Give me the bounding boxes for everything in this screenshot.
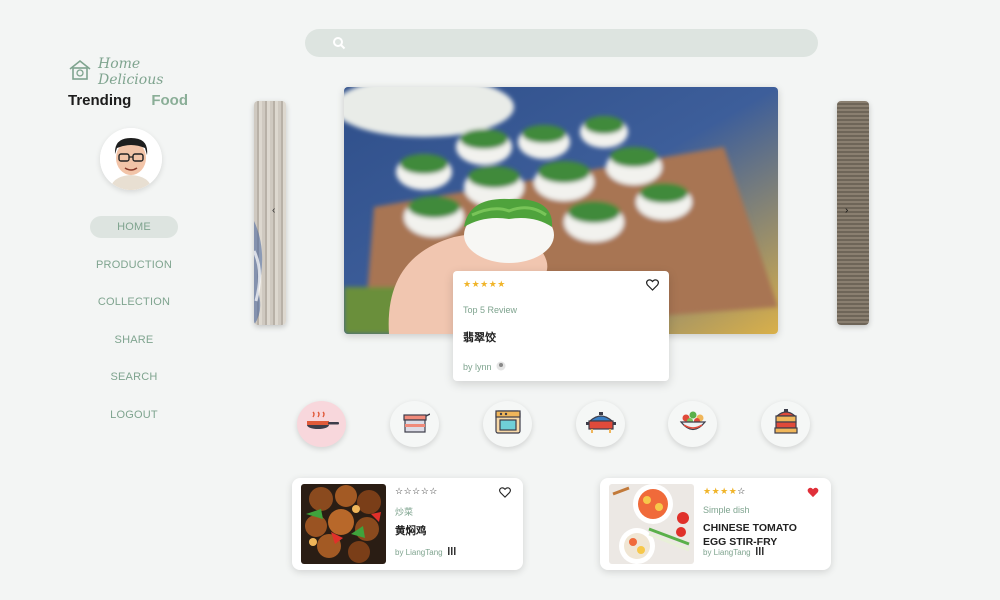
user-avatar-illustration [100,128,162,190]
carousel-prev-slide[interactable]: ‹ [254,101,286,325]
brand-name: Home Delicious [98,56,164,88]
steamer-icon [771,408,801,441]
review-tag: Top 5 Review [463,305,518,315]
category-oven[interactable] [483,401,532,447]
brand-tagline-food: Food [151,92,188,109]
review-title: 翡翠饺 [463,332,496,344]
recipe-tag: 炒菜 [395,507,414,517]
category-steamer[interactable] [761,401,810,447]
search-bar [305,29,818,57]
recipe-photo[interactable] [301,484,386,564]
salad-bowl-icon [678,409,708,440]
brand-logo[interactable]: Home Delicious Trending Food [68,56,208,109]
author-avatar-icon [447,546,457,558]
author-avatar-icon [755,546,765,558]
sidebar-item-production[interactable]: PRODUCTION [78,254,190,276]
brand-tagline-trending: Trending [68,92,132,109]
review-author[interactable]: by lynn [463,362,492,372]
sidebar-item-collection[interactable]: COLLECTION [78,291,190,313]
sidebar-item-search[interactable]: SEARCH [90,366,178,388]
house-icon [68,59,92,86]
frying-pan-icon [305,410,339,439]
pot-icon [400,409,430,440]
carousel-next-slide[interactable]: › [837,101,869,325]
wok-icon [585,409,616,440]
search-icon[interactable] [332,36,346,50]
recipe-photo[interactable] [609,484,694,564]
category-wok[interactable] [576,401,625,447]
recipe-title: CHINESE TOMATO EGG STIR-FRY [703,522,797,548]
rating-stars: ★★★★★ [463,279,506,289]
sidebar-nav: HOME PRODUCTION COLLECTION SHARE SEARCH … [90,216,178,441]
sidebar-item-logout[interactable]: LOGOUT [90,404,178,426]
heart-filled-icon[interactable] [807,485,819,498]
recipe-tag: Simple dish [703,505,750,515]
avatar[interactable] [100,128,162,190]
rating-stars: ☆☆☆☆☆ [395,486,438,496]
oven-icon [494,409,522,440]
sidebar-item-share[interactable]: SHARE [90,329,178,351]
heart-icon[interactable] [499,485,511,498]
heart-icon[interactable] [646,278,659,291]
search-input[interactable] [355,29,805,57]
chevron-right-icon[interactable]: › [845,205,848,216]
recipe-author[interactable]: by LiangTang [703,548,751,557]
category-salad-bowl[interactable] [668,401,717,447]
featured-review-card[interactable]: ★★★★★ Top 5 Review 翡翠饺 by lynn [453,271,669,381]
recipe-title: 黄焖鸡 [395,525,427,537]
recipe-card[interactable]: ★★★★☆ Simple dish CHINESE TOMATO EGG STI… [600,478,831,570]
author-avatar-icon [496,361,506,373]
sidebar-item-home[interactable]: HOME [90,216,178,238]
category-pot[interactable] [390,401,439,447]
recipe-author[interactable]: by LiangTang [395,548,443,557]
rating-stars: ★★★★☆ [703,486,746,496]
recipe-card[interactable]: ☆☆☆☆☆ 炒菜 黄焖鸡 by LiangTang [292,478,523,570]
chevron-left-icon[interactable]: ‹ [272,205,275,216]
category-frying-pan[interactable] [297,401,346,447]
